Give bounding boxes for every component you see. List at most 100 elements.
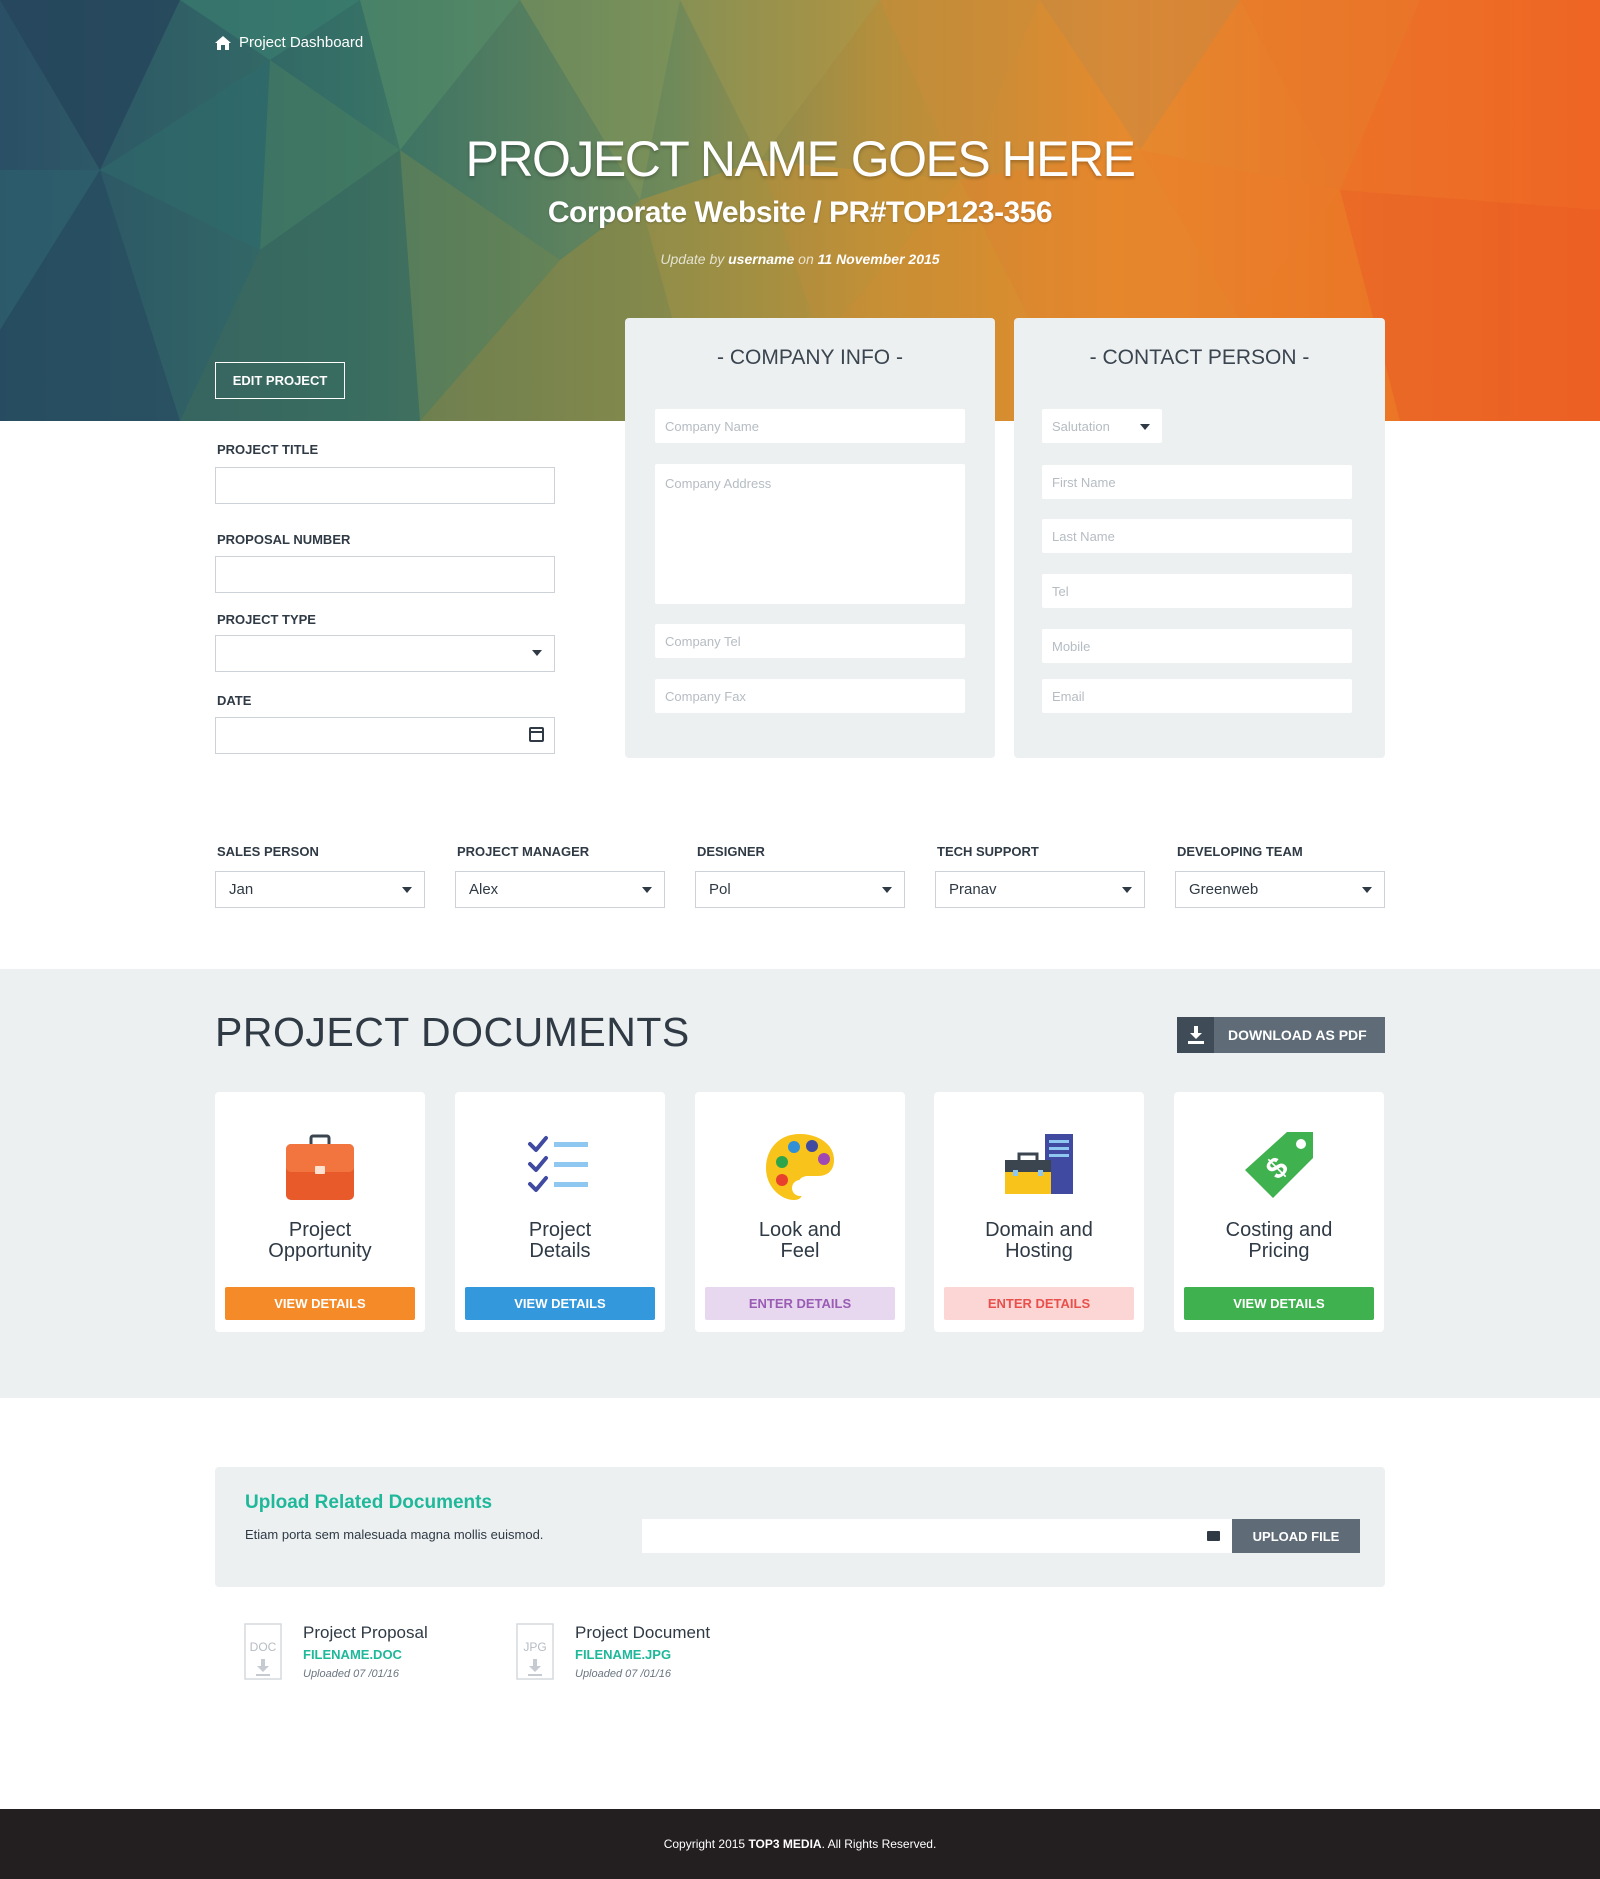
project-manager-value: Alex	[469, 881, 499, 898]
hosting-icon	[1005, 1134, 1073, 1194]
update-user: username	[728, 251, 795, 267]
chevron-down-icon	[402, 887, 412, 893]
project-type-select[interactable]	[215, 635, 555, 672]
file-link[interactable]: FILENAME.JPG	[575, 1647, 671, 1662]
file-link[interactable]: FILENAME.DOC	[303, 1647, 402, 1662]
update-on: on	[798, 251, 814, 267]
company-info-title: - COMPANY INFO -	[717, 346, 903, 369]
chevron-down-icon	[1122, 887, 1132, 893]
email-input[interactable]: Email	[1042, 679, 1352, 713]
calendar-icon[interactable]	[529, 727, 544, 742]
tech-support-label: TECH SUPPORT	[937, 844, 1039, 859]
file-name: Project Document	[575, 1623, 711, 1642]
designer-label: DESIGNER	[697, 844, 765, 859]
last-name-input[interactable]: Last Name	[1042, 519, 1352, 553]
tel-input[interactable]: Tel	[1042, 574, 1352, 608]
doc-card-domain-and-hosting: Domain and Hosting ENTER DETAILS	[934, 1092, 1144, 1332]
company-fax-input[interactable]: Company Fax	[655, 679, 965, 713]
doc-card-title: Costing and Pricing	[1225, 1219, 1333, 1262]
checklist-icon	[528, 1136, 588, 1192]
project-type-label: PROJECT TYPE	[217, 612, 316, 627]
upload-file-button[interactable]: UPLOAD FILE	[1232, 1519, 1360, 1553]
doc-card-project-details: Project Details VIEW DETAILS	[455, 1092, 665, 1332]
company-info-panel: - COMPANY INFO - Company Name Company Ad…	[625, 318, 995, 758]
breadcrumb-label: Project Dashboard	[239, 34, 364, 51]
download-icon	[1177, 1017, 1214, 1053]
upload-panel: Upload Related Documents Etiam porta sem…	[215, 1467, 1385, 1587]
proposal-number-label: PROPOSAL NUMBER	[217, 532, 351, 547]
company-name-input[interactable]: Company Name	[655, 409, 965, 443]
project-documents-section: PROJECT DOCUMENTS DOWNLOAD AS PDF Projec…	[0, 969, 1600, 1398]
contact-person-panel: - CONTACT PERSON - Salutation First Name…	[1014, 318, 1385, 758]
doc-card-look-and-feel: Look and Feel ENTER DETAILS	[695, 1092, 905, 1332]
upload-description: Etiam porta sem malesuada magna mollis e…	[245, 1527, 544, 1542]
footer-brand: TOP3 MEDIA	[748, 1837, 822, 1851]
footer: Copyright 2015 TOP3 MEDIA. All Rights Re…	[0, 1809, 1600, 1879]
home-icon	[215, 35, 231, 50]
contact-person-title: - CONTACT PERSON -	[1089, 346, 1310, 369]
footer-copyright: Copyright 2015	[663, 1837, 746, 1851]
chevron-down-icon	[882, 887, 892, 893]
briefcase-icon	[286, 1134, 354, 1200]
project-subtitle: Corporate Website / PR#TOP123-356	[547, 196, 1053, 229]
download-pdf-label: DOWNLOAD AS PDF	[1228, 1027, 1367, 1043]
sales-person-select[interactable]: Jan	[215, 871, 425, 908]
file-upload-date: Uploaded 07 /01/16	[303, 1668, 400, 1680]
enter-details-button[interactable]: ENTER DETAILS	[705, 1287, 895, 1320]
file-name: Project Proposal	[303, 1623, 428, 1642]
edit-project-button[interactable]: EDIT PROJECT	[215, 362, 345, 399]
upload-title: Upload Related Documents	[245, 1492, 493, 1513]
update-prefix: Update by	[660, 251, 725, 267]
tech-support-value: Pranav	[949, 881, 997, 898]
update-date: 11 November 2015	[817, 251, 940, 267]
project-title-label: PROJECT TITLE	[217, 442, 319, 457]
jpg-file-icon: JPG	[516, 1623, 554, 1680]
proposal-number-input[interactable]	[215, 556, 555, 593]
developing-team-label: DEVELOPING TEAM	[1177, 844, 1303, 859]
project-manager-select[interactable]: Alex	[455, 871, 665, 908]
doc-card-title: Project Details	[528, 1219, 592, 1262]
salutation-placeholder: Salutation	[1052, 418, 1110, 434]
first-name-input[interactable]: First Name	[1042, 465, 1352, 499]
developing-team-value: Greenweb	[1189, 881, 1259, 898]
view-details-button[interactable]: VIEW DETAILS	[1184, 1287, 1374, 1320]
svg-text:JPG: JPG	[523, 1640, 546, 1654]
view-details-button[interactable]: VIEW DETAILS	[465, 1287, 655, 1320]
sales-person-label: SALES PERSON	[217, 844, 319, 859]
project-title-input[interactable]	[215, 467, 555, 504]
salutation-select[interactable]: Salutation	[1042, 409, 1162, 443]
enter-details-button[interactable]: ENTER DETAILS	[944, 1287, 1134, 1320]
svg-text:DOC: DOC	[250, 1640, 277, 1654]
chevron-down-icon	[642, 887, 652, 893]
doc-card-project-opportunity: Project Opportunity VIEW DETAILS	[215, 1092, 425, 1332]
project-title-heading: PROJECT NAME GOES HERE	[465, 131, 1136, 187]
folder-icon[interactable]	[1207, 1531, 1220, 1541]
date-input[interactable]	[215, 717, 555, 754]
chevron-down-icon	[532, 650, 542, 656]
sales-person-value: Jan	[229, 881, 254, 898]
project-manager-label: PROJECT MANAGER	[457, 844, 590, 859]
designer-value: Pol	[709, 881, 731, 898]
chevron-down-icon	[1362, 887, 1372, 893]
update-meta: Update by username on 11 November 2015	[0, 251, 1600, 267]
designer-select[interactable]: Pol	[695, 871, 905, 908]
file-upload-date: Uploaded 07 /01/16	[575, 1668, 672, 1680]
project-documents-title: PROJECT DOCUMENTS	[215, 1009, 690, 1055]
developing-team-select[interactable]: Greenweb	[1175, 871, 1385, 908]
date-label: DATE	[217, 693, 252, 708]
mobile-input[interactable]: Mobile	[1042, 629, 1352, 663]
doc-file-icon: DOC	[244, 1623, 282, 1680]
tech-support-select[interactable]: Pranav	[935, 871, 1145, 908]
price-tag-icon: $	[1245, 1132, 1313, 1198]
company-address-input[interactable]: Company Address	[655, 464, 965, 604]
file-path-input[interactable]	[642, 1519, 1232, 1553]
company-tel-input[interactable]: Company Tel	[655, 624, 965, 658]
doc-card-costing-and-pricing: $ Costing and Pricing VIEW DETAILS	[1174, 1092, 1384, 1332]
doc-card-title: Project Opportunity	[268, 1219, 372, 1262]
doc-card-title: Domain and Hosting	[985, 1219, 1093, 1262]
footer-rights: . All Rights Reserved.	[821, 1837, 937, 1851]
doc-card-title: Look and Feel	[758, 1219, 842, 1262]
view-details-button[interactable]: VIEW DETAILS	[225, 1287, 415, 1320]
breadcrumb[interactable]: Project Dashboard	[215, 34, 363, 51]
download-pdf-button[interactable]: DOWNLOAD AS PDF	[1177, 1017, 1385, 1053]
